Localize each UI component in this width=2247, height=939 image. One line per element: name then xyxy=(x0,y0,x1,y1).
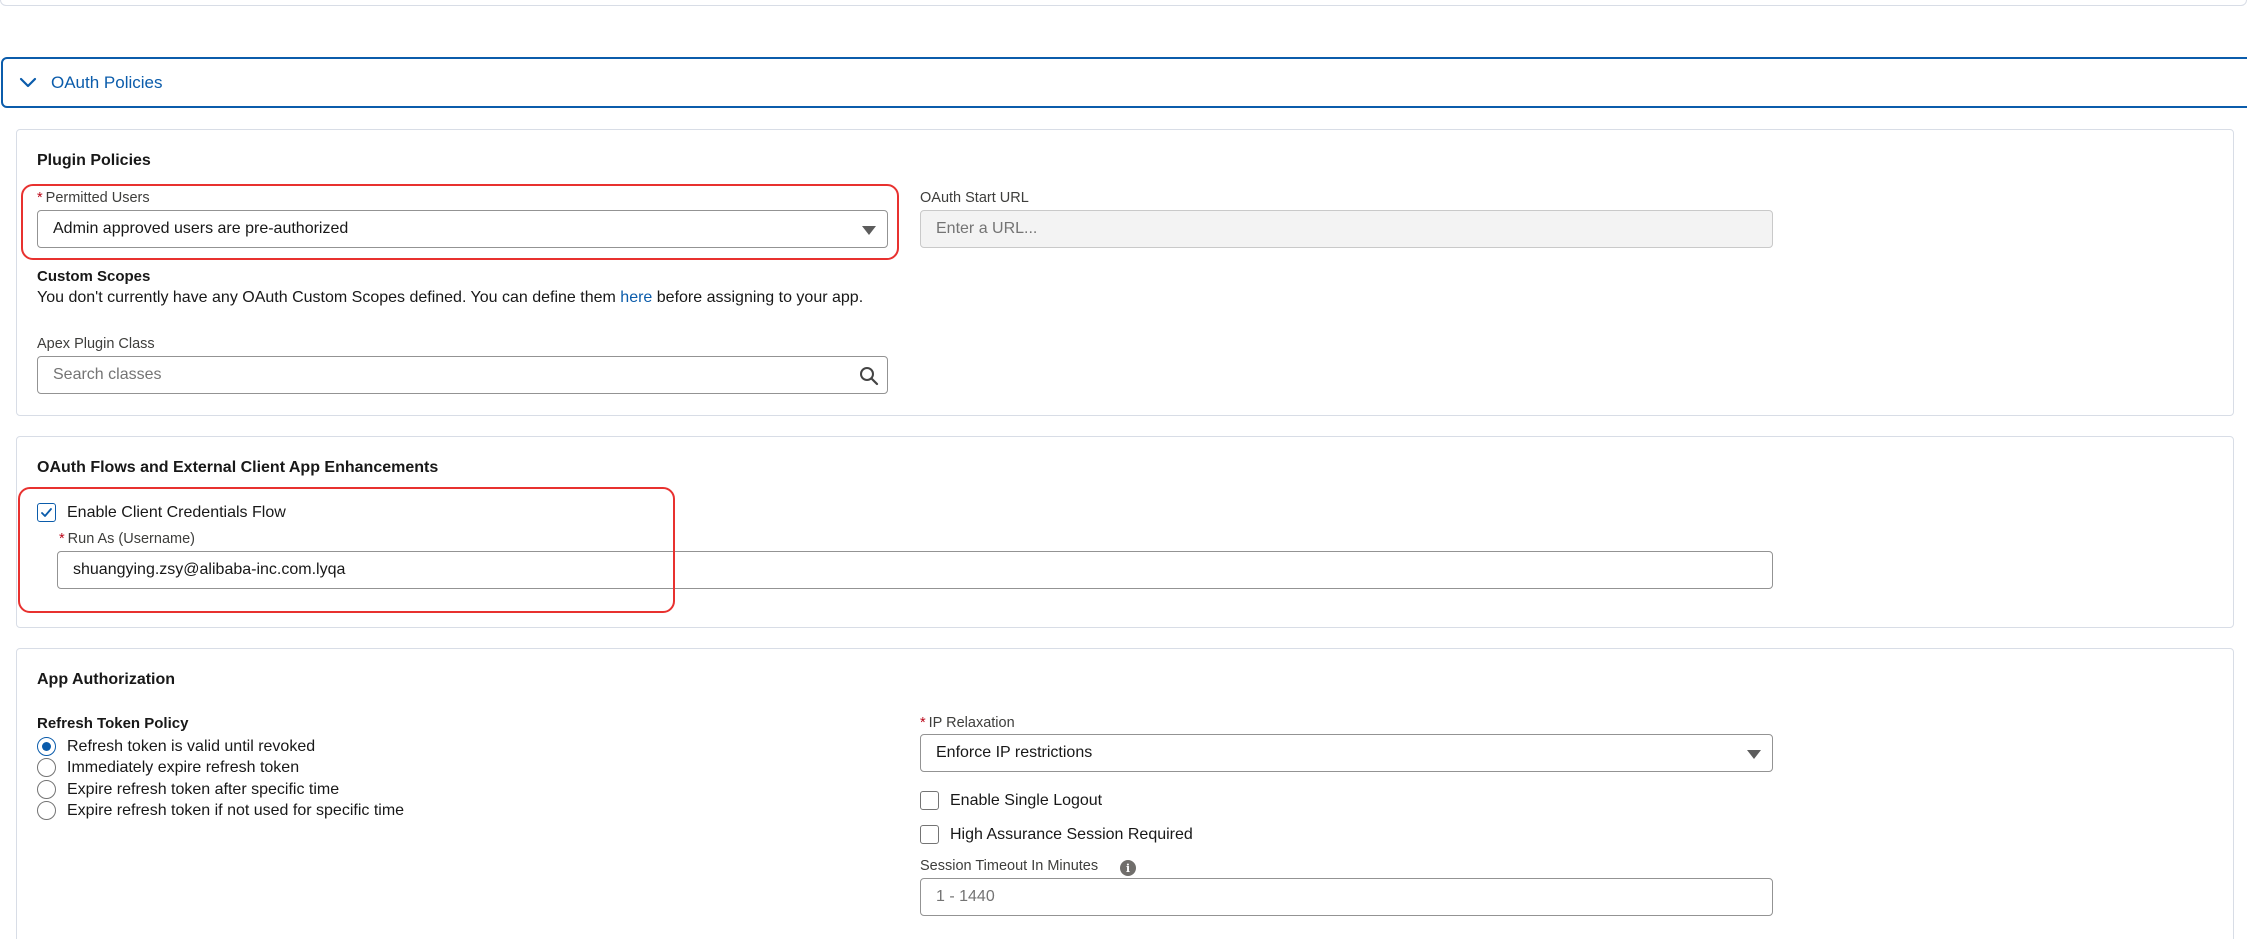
custom-scopes-text: You don't currently have any OAuth Custo… xyxy=(37,289,864,306)
card-title: OAuth Flows and External Client App Enha… xyxy=(37,459,439,476)
page: OAuth Policies Plugin Policies * Permitte… xyxy=(0,0,2247,939)
refresh-radio-option[interactable] xyxy=(37,780,56,799)
refresh-radio-option[interactable] xyxy=(37,801,56,820)
refresh-option-label: Expire refresh token if not used for spe… xyxy=(67,802,405,819)
card-title: App Authorization xyxy=(37,671,176,688)
plugin-policies-card: Plugin Policies * Permitted Users Admin a… xyxy=(16,129,2234,416)
single-logout-checkbox[interactable] xyxy=(920,791,939,810)
oauth-start-url-label: OAuth Start URL xyxy=(920,190,1029,206)
session-timeout-label: Session Timeout In Minutes xyxy=(920,858,1099,874)
refresh-radio-option[interactable] xyxy=(37,758,56,777)
dropdown-caret-icon xyxy=(1747,750,1761,759)
card-title: Plugin Policies xyxy=(37,152,151,169)
apex-plugin-class-label: Apex Plugin Class xyxy=(37,336,155,352)
ip-relaxation-label: * IP Relaxation xyxy=(920,715,1015,731)
checkmark-icon xyxy=(41,508,52,517)
previous-section-card xyxy=(0,0,2247,6)
high-assurance-label: High Assurance Session Required xyxy=(950,826,1193,843)
search-icon xyxy=(860,367,879,386)
custom-scopes-heading: Custom Scopes xyxy=(37,268,151,285)
refresh-token-policy-label: Refresh Token Policy xyxy=(37,715,189,732)
oauth-flows-card: OAuth Flows and External Client App Enha… xyxy=(16,436,2234,628)
high-assurance-checkbox[interactable] xyxy=(920,825,939,844)
apex-plugin-class-search-input[interactable]: Search classes xyxy=(37,356,888,394)
client-credentials-label: Enable Client Credentials Flow xyxy=(67,504,286,521)
section-title: OAuth Policies xyxy=(51,72,163,92)
session-timeout-input[interactable]: 1 - 1440 xyxy=(920,878,1773,916)
single-logout-label: Enable Single Logout xyxy=(950,792,1103,809)
oauth-policies-section-header[interactable]: OAuth Policies xyxy=(1,57,2247,108)
ip-relaxation-select[interactable]: Enforce IP restrictions xyxy=(920,734,1773,772)
refresh-radio-option[interactable] xyxy=(37,737,56,756)
refresh-option-label: Expire refresh token after specific time xyxy=(67,781,340,798)
dropdown-caret-icon xyxy=(862,226,876,235)
permitted-users-select[interactable]: Admin approved users are pre-authorized xyxy=(37,210,888,248)
required-marker: * xyxy=(920,715,926,731)
client-credentials-checkbox[interactable] xyxy=(37,503,56,522)
permitted-users-label: * Permitted Users xyxy=(37,190,150,206)
run-as-label: * Run As (Username) xyxy=(59,531,195,547)
app-authorization-card: App Authorization Refresh Token Policy R… xyxy=(16,648,2234,939)
required-marker: * xyxy=(59,531,65,547)
chevron-down-icon xyxy=(19,77,37,87)
define-scopes-link[interactable]: here xyxy=(620,289,652,306)
required-marker: * xyxy=(37,190,43,206)
oauth-start-url-input: Enter a URL... xyxy=(920,210,1773,248)
info-icon[interactable]: i xyxy=(1120,860,1136,876)
refresh-option-label: Refresh token is valid until revoked xyxy=(67,738,316,755)
run-as-input[interactable]: shuangying.zsy@alibaba-inc.com.lyqa xyxy=(57,551,1773,589)
refresh-option-label: Immediately expire refresh token xyxy=(67,759,300,776)
